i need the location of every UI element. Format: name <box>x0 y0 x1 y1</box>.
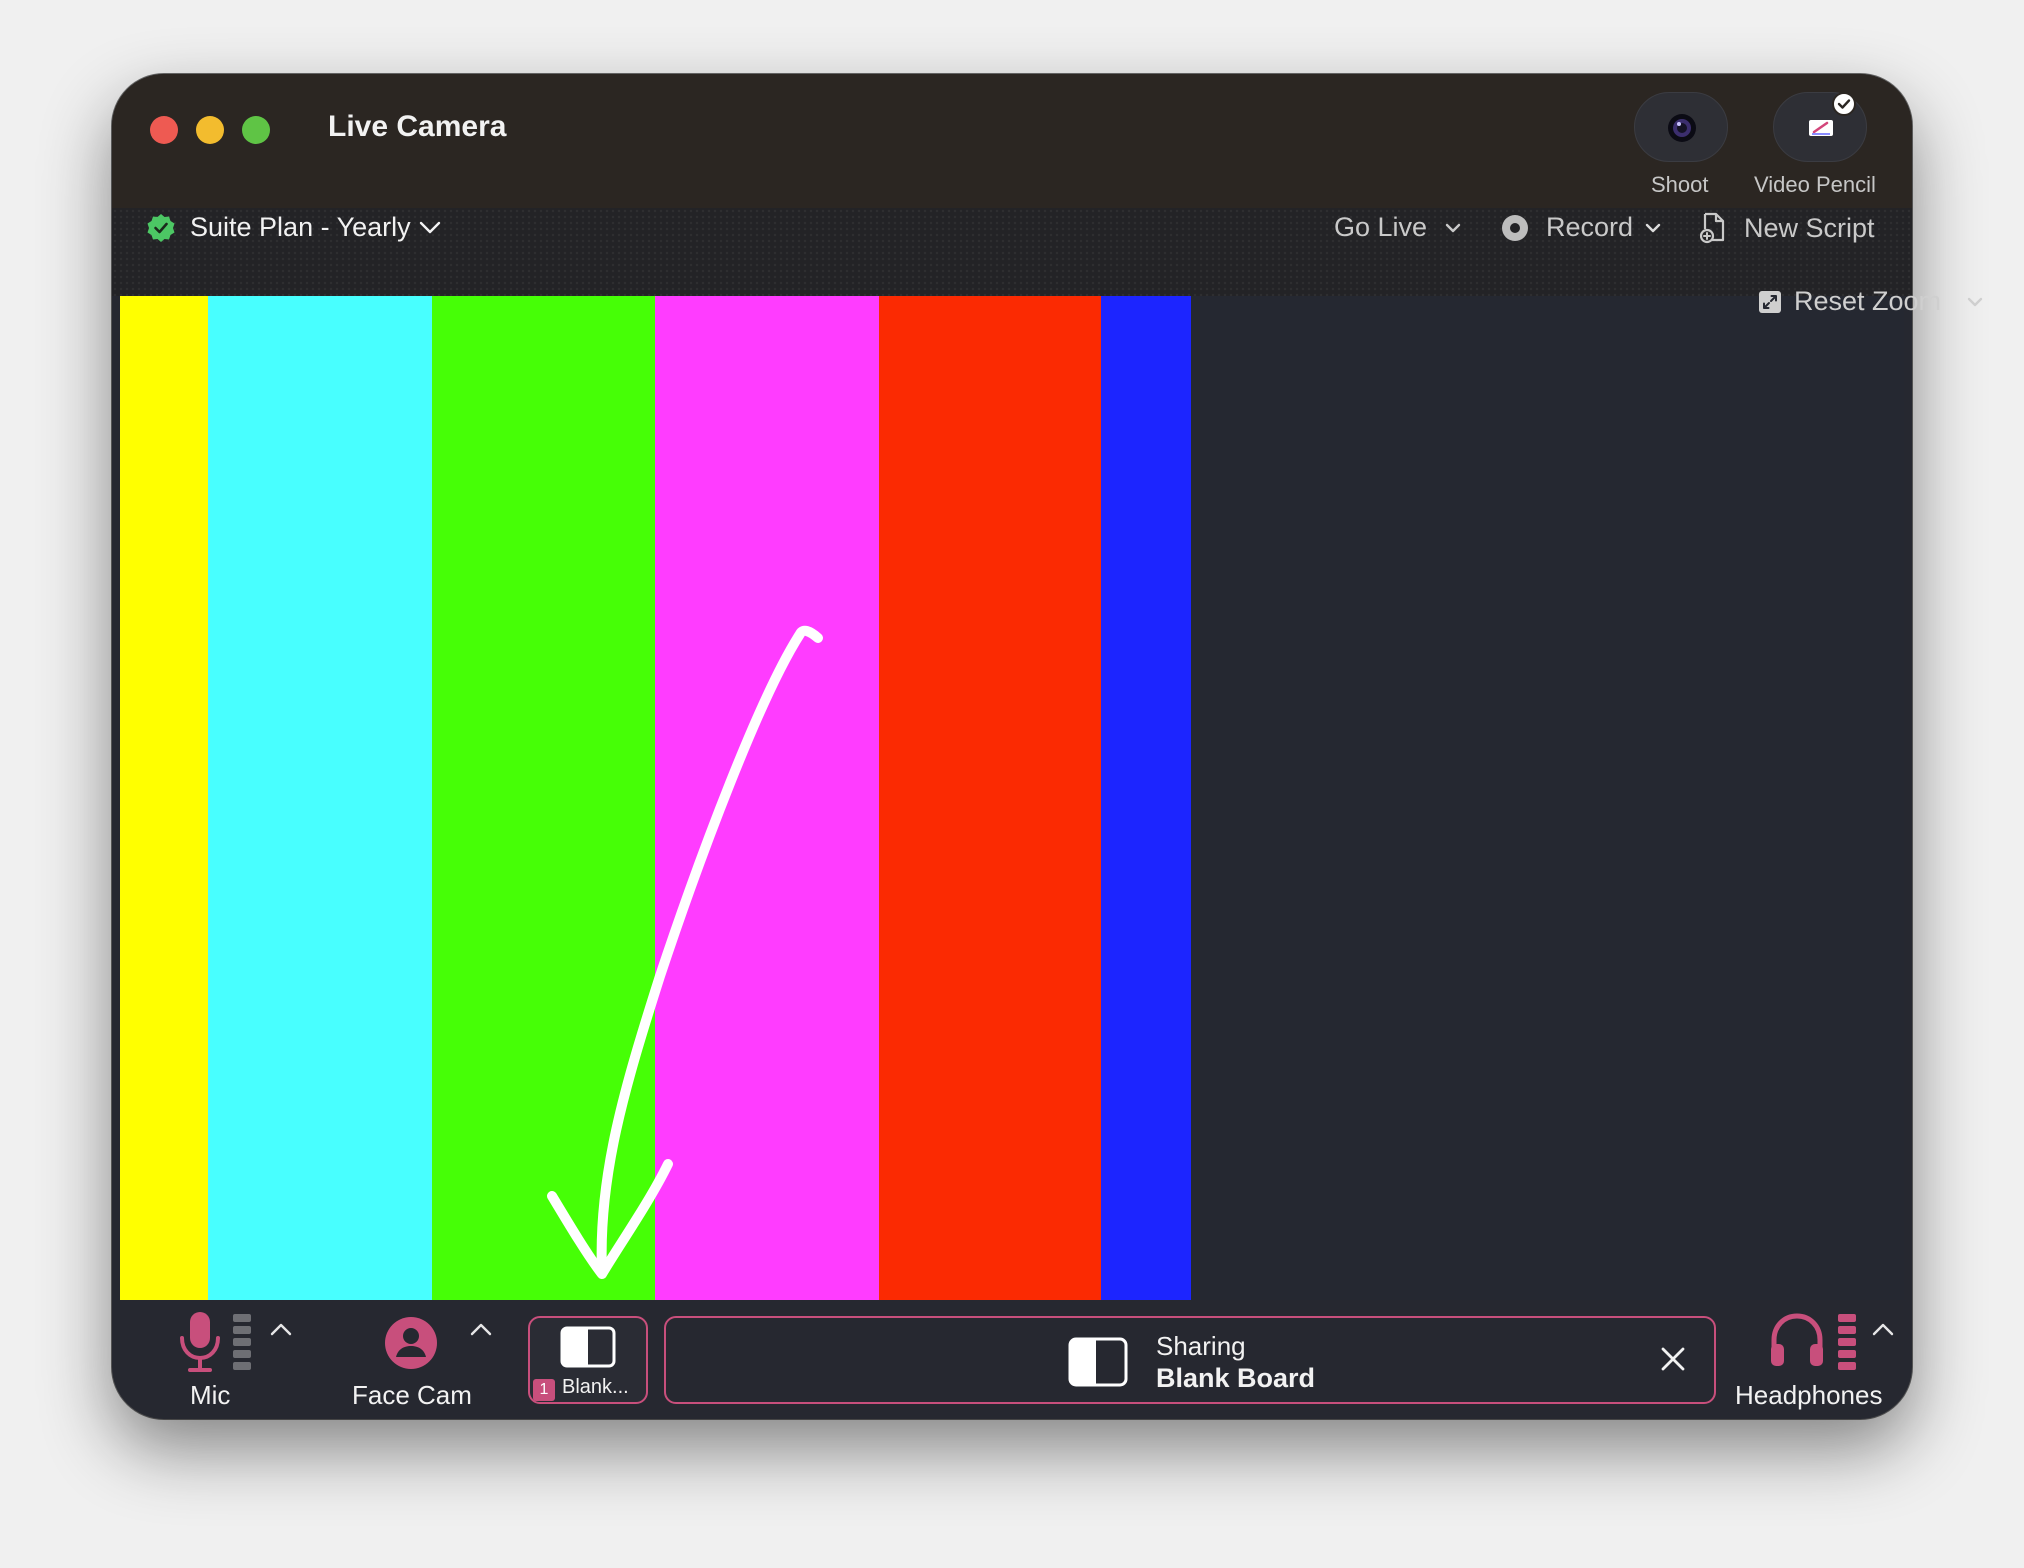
microphone-icon <box>180 1312 220 1372</box>
chevron-down-icon[interactable] <box>1645 223 1661 233</box>
minimize-window-button[interactable] <box>196 116 224 144</box>
sharing-target: Blank Board <box>1156 1363 1316 1393</box>
new-document-icon <box>1700 212 1725 244</box>
mic-level-meter <box>233 1314 251 1370</box>
new-script-label: New Script <box>1744 212 1875 243</box>
chevron-down-icon[interactable] <box>1445 223 1461 233</box>
maximize-window-button[interactable] <box>242 116 270 144</box>
headphones-icon <box>1771 1313 1823 1366</box>
go-live-label: Go Live <box>1334 212 1428 242</box>
record-button[interactable]: Record <box>1502 212 1661 243</box>
shoot-label: Shoot <box>1651 172 1709 197</box>
chevron-down-icon[interactable] <box>1967 297 1983 307</box>
board-number-badge: 1 <box>533 1379 555 1401</box>
plan-selector[interactable]: Suite Plan - Yearly <box>146 212 441 243</box>
face-cam-label: Face Cam <box>352 1380 472 1410</box>
face-cam-button[interactable] <box>384 1316 438 1375</box>
blank-board-tile-label: Blank... <box>562 1376 629 1398</box>
active-check-badge <box>1832 92 1856 116</box>
headphones-button[interactable] <box>1768 1310 1826 1375</box>
mic-label: Mic <box>190 1380 231 1410</box>
headphones-label: Headphones <box>1735 1380 1883 1410</box>
person-icon <box>385 1317 437 1369</box>
headphones-level-meter <box>1838 1314 1856 1370</box>
window-title: Live Camera <box>328 110 507 143</box>
split-board-icon <box>560 1326 616 1368</box>
title-bar: Live Camera Shoot Video Pencil <box>112 74 1912 208</box>
split-board-icon <box>1068 1337 1128 1387</box>
shoot-button[interactable] <box>1634 92 1728 162</box>
close-window-button[interactable] <box>150 116 178 144</box>
zoom-reset-icon <box>1759 290 1781 313</box>
record-label: Record <box>1546 212 1634 242</box>
hand-drawn-arrow <box>547 625 823 1279</box>
record-icon <box>1502 214 1528 241</box>
headphones-options-caret-icon[interactable] <box>1872 1322 1894 1336</box>
camera-lens-icon <box>1668 114 1696 142</box>
video-pencil-label: Video Pencil <box>1754 172 1876 197</box>
new-script-button[interactable]: New Script <box>1700 212 1875 244</box>
desktop-background: Live Camera Shoot Video Pencil Suite Pla… <box>0 0 2024 1568</box>
mic-options-caret-icon[interactable] <box>270 1322 292 1336</box>
face-cam-options-caret-icon[interactable] <box>470 1322 492 1336</box>
verified-check-icon <box>147 213 175 242</box>
checkmark-icon <box>1837 99 1851 109</box>
chevron-down-icon <box>419 221 440 233</box>
go-live-button[interactable]: Go Live <box>1334 212 1461 243</box>
reset-zoom-label: Reset Zoom <box>1794 286 1942 316</box>
mic-button[interactable] <box>178 1310 222 1379</box>
reset-zoom-button[interactable]: Reset Zoom <box>1758 286 1983 317</box>
live-canvas[interactable] <box>120 296 1904 1300</box>
sharing-title: Sharing <box>1156 1331 1246 1361</box>
close-icon[interactable] <box>1660 1346 1686 1372</box>
plan-label: Suite Plan - Yearly <box>190 212 411 242</box>
